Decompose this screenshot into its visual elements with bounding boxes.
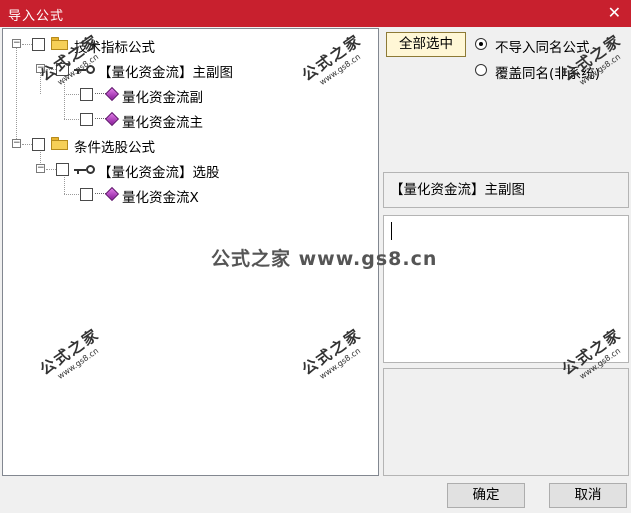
tree-checkbox[interactable] — [32, 38, 45, 51]
tree-group-label: 技术指标公式 — [74, 40, 155, 56]
radio-selected-icon[interactable] — [475, 38, 487, 50]
tree-item-label: 量化资金流X — [122, 190, 199, 206]
tree-checkbox[interactable] — [56, 163, 69, 176]
tree-item-formula[interactable]: 量化资金流X — [3, 183, 373, 206]
tree-checkbox[interactable] — [32, 138, 45, 151]
formula-name-display: 【量化资金流】主副图 — [383, 172, 629, 208]
radio-skip-duplicates[interactable]: 不导入同名公式 — [475, 35, 625, 56]
collapse-icon[interactable]: − — [12, 139, 21, 148]
tree-line — [64, 194, 79, 195]
close-icon[interactable]: ✕ — [608, 3, 621, 22]
tree-group-screening[interactable]: − 条件选股公式 — [3, 133, 373, 156]
formula-tree[interactable]: − 技术指标公式 − 【量化资金流】主副图 量化资金流副 量化资金流主 − 条件… — [2, 28, 379, 476]
tree-line — [64, 94, 79, 95]
tree-checkbox[interactable] — [80, 113, 93, 126]
tree-line — [46, 169, 56, 170]
gem-icon — [95, 186, 120, 202]
formula-info-panel — [383, 368, 629, 476]
formula-description-textarea[interactable] — [383, 215, 629, 363]
folder-icon — [51, 37, 68, 50]
title-bar: 导入公式 ✕ — [0, 0, 631, 27]
tree-item-formula[interactable]: 量化资金流副 — [3, 83, 373, 106]
key-icon — [74, 64, 96, 76]
key-icon — [74, 164, 96, 176]
select-all-button[interactable]: 全部选中 — [386, 32, 466, 57]
tree-item-label: 【量化资金流】主副图 — [98, 65, 233, 81]
collapse-icon[interactable]: − — [12, 39, 21, 48]
collapse-icon[interactable]: − — [36, 164, 45, 173]
folder-icon — [51, 137, 68, 150]
radio-overwrite-label: 覆盖同名(非系统) — [495, 66, 601, 82]
window-title: 导入公式 — [8, 9, 65, 24]
tree-line — [22, 44, 32, 45]
tree-group-technical[interactable]: − 技术指标公式 — [3, 33, 373, 56]
radio-unselected-icon[interactable] — [475, 64, 487, 76]
tree-checkbox[interactable] — [80, 88, 93, 101]
tree-item-formula-set[interactable]: − 【量化资金流】主副图 — [3, 58, 373, 81]
tree-line — [22, 144, 32, 145]
tree-item-formula[interactable]: 量化资金流主 — [3, 108, 373, 131]
tree-item-label: 量化资金流主 — [122, 115, 203, 131]
ok-button[interactable]: 确定 — [447, 483, 525, 508]
tree-line — [64, 119, 79, 120]
gem-icon — [95, 111, 120, 127]
tree-item-label: 【量化资金流】选股 — [98, 165, 220, 181]
tree-item-label: 量化资金流副 — [122, 90, 203, 106]
tree-line — [46, 69, 56, 70]
tree-group-label: 条件选股公式 — [74, 140, 155, 156]
radio-skip-label: 不导入同名公式 — [495, 40, 590, 56]
collapse-icon[interactable]: − — [36, 64, 45, 73]
text-caret — [391, 222, 392, 240]
tree-item-formula-set[interactable]: − 【量化资金流】选股 — [3, 158, 373, 181]
radio-overwrite-duplicates[interactable]: 覆盖同名(非系统) — [475, 61, 625, 82]
tree-checkbox[interactable] — [80, 188, 93, 201]
cancel-button[interactable]: 取消 — [549, 483, 627, 508]
gem-icon — [95, 86, 120, 102]
tree-checkbox[interactable] — [56, 63, 69, 76]
